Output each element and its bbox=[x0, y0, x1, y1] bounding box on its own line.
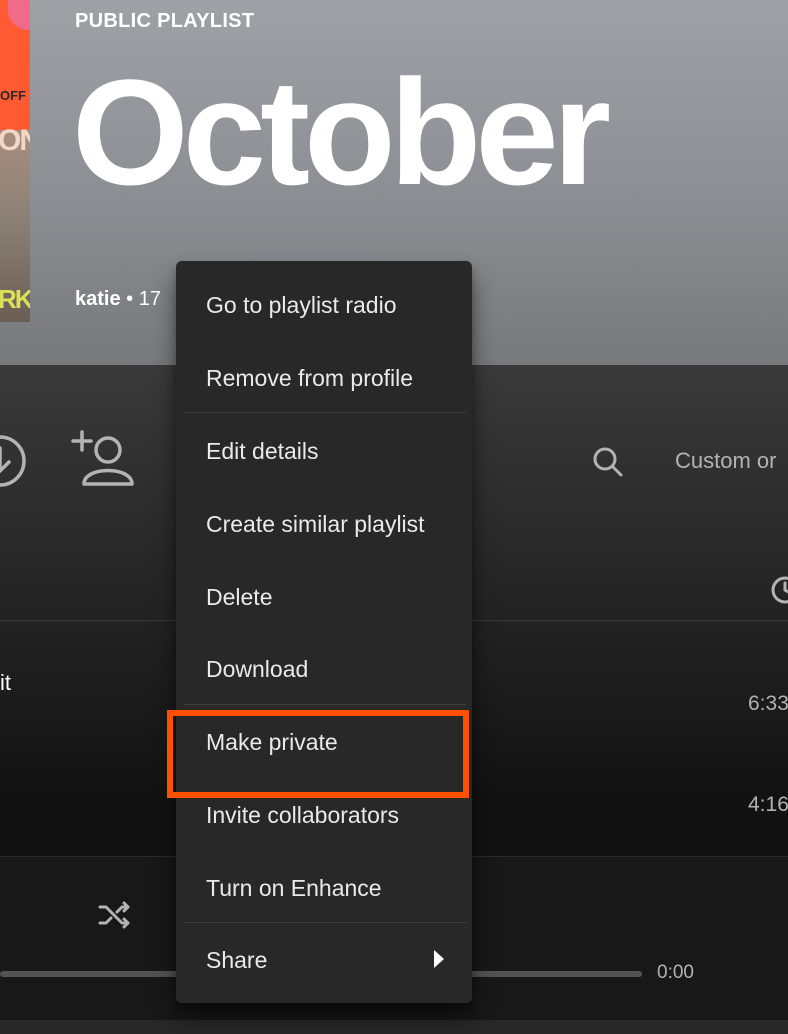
playlist-cover-image[interactable]: OFF ON RK bbox=[0, 0, 30, 322]
owner-name-link[interactable]: katie bbox=[75, 288, 121, 310]
cover-art-text-bottom: RK bbox=[0, 284, 30, 314]
cover-art-text-top: OFF bbox=[0, 88, 26, 103]
playlist-type-label: PUBLIC PLAYLIST bbox=[75, 10, 255, 32]
shuffle-icon[interactable] bbox=[98, 900, 132, 930]
menu-item-make-private[interactable]: Make private bbox=[176, 706, 472, 778]
menu-item-remove-from-profile[interactable]: Remove from profile bbox=[176, 342, 472, 414]
menu-item-share-label: Share bbox=[206, 946, 268, 973]
menu-item-share[interactable]: Share bbox=[176, 924, 472, 996]
sort-order-dropdown[interactable]: Custom or bbox=[675, 448, 776, 474]
search-icon[interactable] bbox=[590, 444, 626, 480]
menu-item-go-to-playlist-radio[interactable]: Go to playlist radio bbox=[176, 269, 472, 341]
menu-item-edit-details[interactable]: Edit details bbox=[176, 415, 472, 487]
playlist-owner-line: katie • 17 bbox=[75, 288, 161, 311]
playlist-title[interactable]: October bbox=[72, 50, 611, 215]
menu-separator bbox=[184, 412, 466, 413]
menu-item-create-similar-playlist[interactable]: Create similar playlist bbox=[176, 488, 472, 560]
track-total-time: 0:00 bbox=[657, 962, 694, 983]
menu-item-delete[interactable]: Delete bbox=[176, 561, 472, 633]
track-title[interactable]: it bbox=[0, 670, 11, 696]
menu-separator bbox=[184, 704, 466, 705]
bottom-status-bar bbox=[0, 1020, 788, 1034]
menu-separator bbox=[184, 922, 466, 923]
playlist-context-menu: Go to playlist radio Remove from profile… bbox=[176, 261, 472, 1003]
track-duration: 4:16 bbox=[748, 793, 788, 816]
clock-icon bbox=[771, 576, 788, 604]
download-icon[interactable] bbox=[0, 430, 30, 492]
add-user-icon[interactable] bbox=[70, 428, 136, 492]
menu-item-download[interactable]: Download bbox=[176, 633, 472, 705]
menu-item-turn-on-enhance[interactable]: Turn on Enhance bbox=[176, 852, 472, 924]
submenu-arrow-icon bbox=[434, 950, 444, 968]
menu-item-invite-collaborators[interactable]: Invite collaborators bbox=[176, 779, 472, 851]
cover-art-text-mid: ON bbox=[0, 124, 30, 157]
track-duration: 6:33 bbox=[748, 692, 788, 715]
playlist-meta: • 17 bbox=[120, 288, 161, 310]
